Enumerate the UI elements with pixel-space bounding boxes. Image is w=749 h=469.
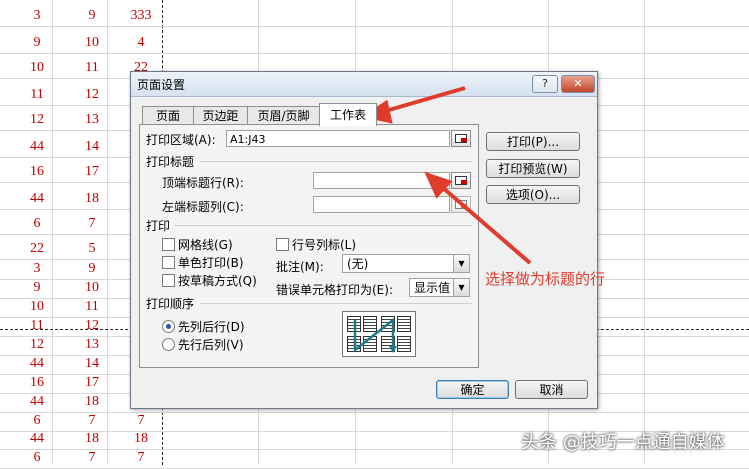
- arrow-to-sheet-tab: [381, 86, 466, 114]
- annotation-text: 选择做为标题的行: [485, 270, 606, 288]
- arrow-to-top-rows: [440, 185, 532, 265]
- tab-sheet[interactable]: 工作表: [319, 103, 377, 126]
- annotation-arrows: [360, 86, 532, 265]
- watermark: 头条 @技巧一点通自媒体: [521, 432, 725, 453]
